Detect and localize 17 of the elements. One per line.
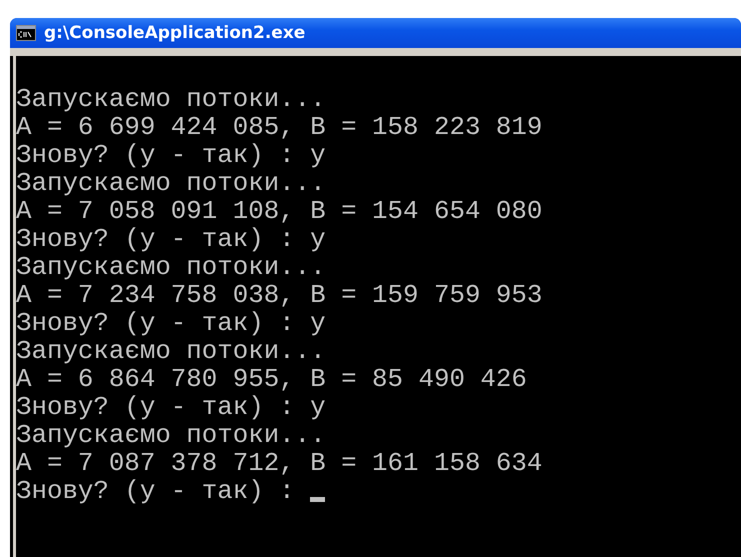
console-line: Знову? (y - так) : y <box>16 226 326 254</box>
console-line: Знову? (y - так) : y <box>16 142 326 170</box>
console-line: Запускаємо потоки... <box>16 338 326 366</box>
console-line: Запускаємо потоки... <box>16 86 326 114</box>
window-title: g:\ConsoleApplication2.exe <box>44 23 306 43</box>
console-line: A = 7 058 091 108, B = 154 654 080 <box>16 198 542 226</box>
console-line: Запускаємо потоки... <box>16 254 326 282</box>
console-line: Знову? (y - так) : <box>16 478 295 506</box>
console-line: A = 6 864 780 955, B = 85 490 426 <box>16 366 527 394</box>
console-line: A = 7 087 378 712, B = 161 158 634 <box>16 450 542 478</box>
console-line: Запускаємо потоки... <box>16 170 326 198</box>
console-icon <box>16 25 36 41</box>
console-line: A = 7 234 758 038, B = 159 759 953 <box>16 282 542 310</box>
console-line: Знову? (y - так) : y <box>16 394 326 422</box>
console-line: A = 6 699 424 085, B = 158 223 819 <box>16 114 542 142</box>
console-line: Запускаємо потоки... <box>16 422 326 450</box>
console-line: Знову? (y - так) : y <box>16 310 326 338</box>
